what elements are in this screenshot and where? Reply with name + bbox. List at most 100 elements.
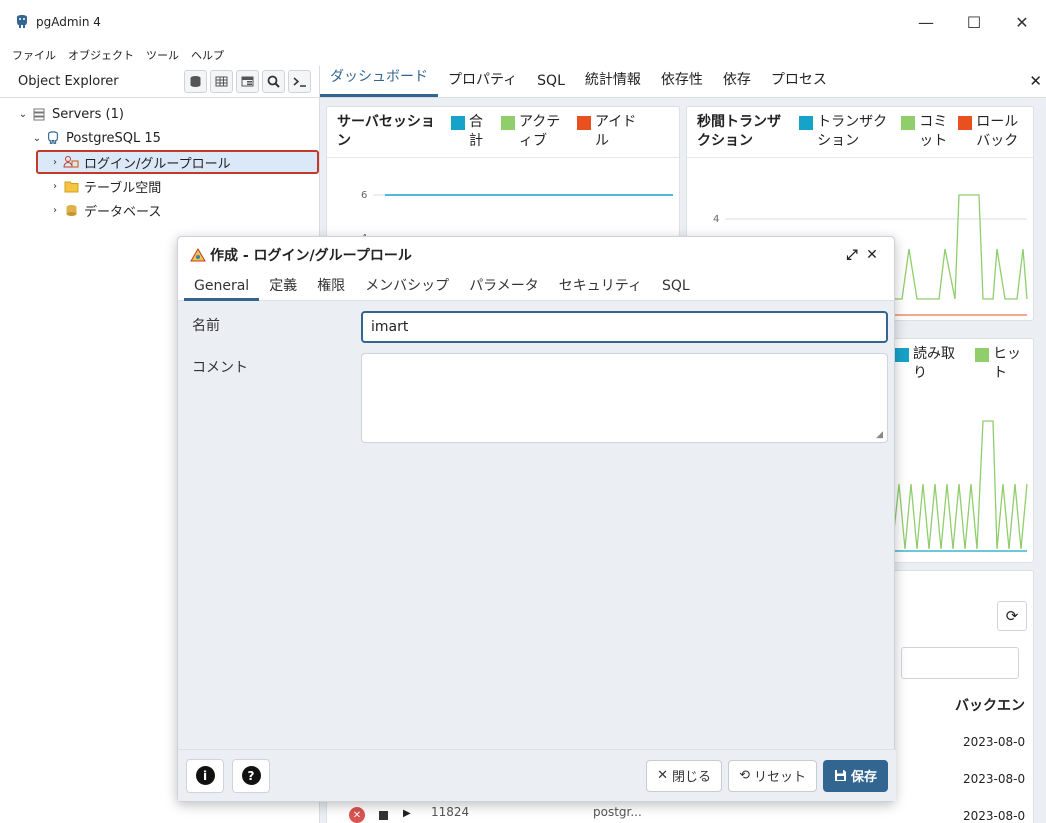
close-dialog-icon[interactable]: ✕ <box>862 247 882 263</box>
tick-label-6: 6 <box>361 190 367 201</box>
servers-icon <box>30 108 48 121</box>
tab-parameters[interactable]: パラメータ <box>459 273 549 301</box>
series-hits-line <box>891 420 1028 550</box>
chevron-right-icon[interactable]: › <box>48 157 62 168</box>
transactions-header: 秒間トランザクション トランザクション コミット ロールバック <box>687 107 1033 158</box>
cell-backend-start: 2023-08-0 <box>963 772 1026 786</box>
roles-icon <box>62 155 80 169</box>
save-button-label: 保存 <box>850 770 877 785</box>
tab-dashboard[interactable]: ダッシュボード <box>320 66 438 97</box>
close-x-icon: ✕ <box>657 768 669 783</box>
window-controls: — ☐ ✕ <box>902 0 1046 44</box>
tab-definition[interactable]: 定義 <box>259 273 307 301</box>
menubar: ファイル オブジェクト ツール ヘルプ <box>0 44 1046 66</box>
refresh-icon[interactable]: ⟳ <box>997 601 1027 631</box>
filter-rows-icon[interactable] <box>236 70 259 93</box>
terminate-session-icon[interactable]: ✕ <box>349 807 365 823</box>
legend-commits[interactable]: コミット <box>901 113 948 151</box>
server-sessions-title: サーバセッション <box>337 114 435 149</box>
activity-search-input[interactable] <box>901 647 1019 679</box>
tab-dialog-sql[interactable]: SQL <box>652 273 700 301</box>
tree-label-tablespaces: テーブル空間 <box>84 180 162 196</box>
dialog-footer: i ? ✕ 閉じる ⟲ リセット 保存 <box>178 749 896 801</box>
maximize-button[interactable]: ☐ <box>950 0 998 44</box>
tab-membership[interactable]: メンバシップ <box>355 273 459 301</box>
tab-security[interactable]: セキュリティ <box>549 273 652 301</box>
chevron-right-icon[interactable]: › <box>48 205 62 216</box>
resize-handle-icon[interactable]: ◢ <box>876 430 883 440</box>
tick-label-4: 4 <box>713 214 719 225</box>
comment-label: コメント <box>192 360 248 376</box>
folder-icon <box>62 180 80 193</box>
column-header-backend[interactable]: バックエン <box>955 695 1025 715</box>
reset-button-label: リセット <box>753 770 806 785</box>
transactions-title: 秒間トランザクション <box>697 114 781 149</box>
tab-processes[interactable]: プロセス <box>761 69 837 97</box>
close-window-button[interactable]: ✕ <box>998 0 1046 44</box>
explorer-tree: ⌄ Servers (1) ⌄ PostgreSQL 15 › ログイン/グルー… <box>0 98 319 222</box>
tab-dependencies[interactable]: 依存性 <box>651 69 713 97</box>
reset-button[interactable]: ⟲ リセット <box>728 759 817 792</box>
cell-pid: 11824 <box>431 805 470 819</box>
tree-label-roles: ログイン/グループロール <box>84 156 231 172</box>
tree-item-login-group-roles[interactable]: › ログイン/グループロール <box>36 150 319 174</box>
tree-item-databases[interactable]: › データベース <box>0 198 319 222</box>
save-button[interactable]: 保存 <box>822 759 888 792</box>
tree-item-tablespaces[interactable]: › テーブル空間 <box>0 174 319 198</box>
maximize-dialog-icon[interactable]: ⤢ <box>842 247 862 263</box>
tree-item-servers[interactable]: ⌄ Servers (1) <box>0 102 319 126</box>
menu-tools[interactable]: ツール <box>146 47 179 63</box>
minimize-button[interactable]: — <box>902 0 950 44</box>
series-commits-line <box>887 194 1028 300</box>
tab-sql[interactable]: SQL <box>527 73 575 97</box>
pgadmin-elephant-icon <box>17 15 27 28</box>
legend-active[interactable]: アクティブ <box>501 113 567 151</box>
close-panel-icon[interactable]: ✕ <box>1029 72 1042 90</box>
create-role-dialog: 作成 - ログイン/グループロール ⤢ ✕ General 定義 権限 メンバシ… <box>177 236 896 802</box>
tab-dependents[interactable]: 依存 <box>713 69 761 97</box>
database-icon <box>62 204 80 217</box>
window-title: pgAdmin 4 <box>36 15 101 29</box>
chevron-down-icon[interactable]: ⌄ <box>16 109 30 120</box>
cancel-query-icon[interactable] <box>379 811 388 820</box>
window-titlebar: pgAdmin 4 — ☐ ✕ <box>0 0 1046 44</box>
legend-transactions[interactable]: トランザクション <box>799 113 891 151</box>
tab-privileges[interactable]: 権限 <box>307 273 355 301</box>
legend-hits[interactable]: ヒット <box>975 345 1023 383</box>
query-tool-icon[interactable] <box>184 70 207 93</box>
legend-idle[interactable]: アイドル <box>577 113 643 151</box>
floppy-disk-icon <box>834 770 846 781</box>
help-icon: ? <box>241 766 261 785</box>
expand-row-icon[interactable]: ▶ <box>403 808 411 819</box>
tab-general[interactable]: General <box>184 273 260 301</box>
postgresql-elephant-icon <box>44 131 62 145</box>
name-label: 名前 <box>192 318 220 334</box>
comment-textarea[interactable]: ◢ <box>361 353 888 443</box>
dashboard-tabbar: ダッシュボード プロパティ SQL 統計情報 依存性 依存 プロセス ✕ <box>320 66 1046 98</box>
menu-help[interactable]: ヘルプ <box>191 47 224 63</box>
tab-properties[interactable]: プロパティ <box>438 69 527 97</box>
close-button-label: 閉じる <box>672 770 712 785</box>
menu-file[interactable]: ファイル <box>12 47 56 63</box>
chevron-down-icon[interactable]: ⌄ <box>30 133 44 144</box>
view-data-icon[interactable] <box>210 70 233 93</box>
info-icon: i <box>195 766 215 785</box>
name-input[interactable] <box>361 311 888 343</box>
tree-label-servers: Servers (1) <box>52 106 124 122</box>
legend-reads[interactable]: 読み取り <box>895 345 965 383</box>
dialog-titlebar[interactable]: 作成 - ログイン/グループロール ⤢ ✕ <box>178 237 894 273</box>
close-button[interactable]: ✕ 閉じる <box>646 759 723 792</box>
search-icon[interactable] <box>262 70 285 93</box>
reset-icon: ⟲ <box>739 768 750 783</box>
tab-statistics[interactable]: 統計情報 <box>575 69 651 97</box>
info-button[interactable]: i <box>186 758 224 793</box>
server-sessions-header: サーバセッション 合計 アクティブ アイドル <box>327 107 679 158</box>
help-button[interactable]: ? <box>232 758 270 793</box>
chevron-right-icon[interactable]: › <box>48 181 62 192</box>
legend-total[interactable]: 合計 <box>451 113 491 151</box>
tree-item-postgresql[interactable]: ⌄ PostgreSQL 15 <box>0 126 319 150</box>
menu-object[interactable]: オブジェクト <box>68 47 134 63</box>
psql-terminal-icon[interactable] <box>288 70 311 93</box>
legend-rollbacks[interactable]: ロールバック <box>958 113 1023 151</box>
dialog-title: 作成 - ログイン/グループロール <box>210 248 412 264</box>
